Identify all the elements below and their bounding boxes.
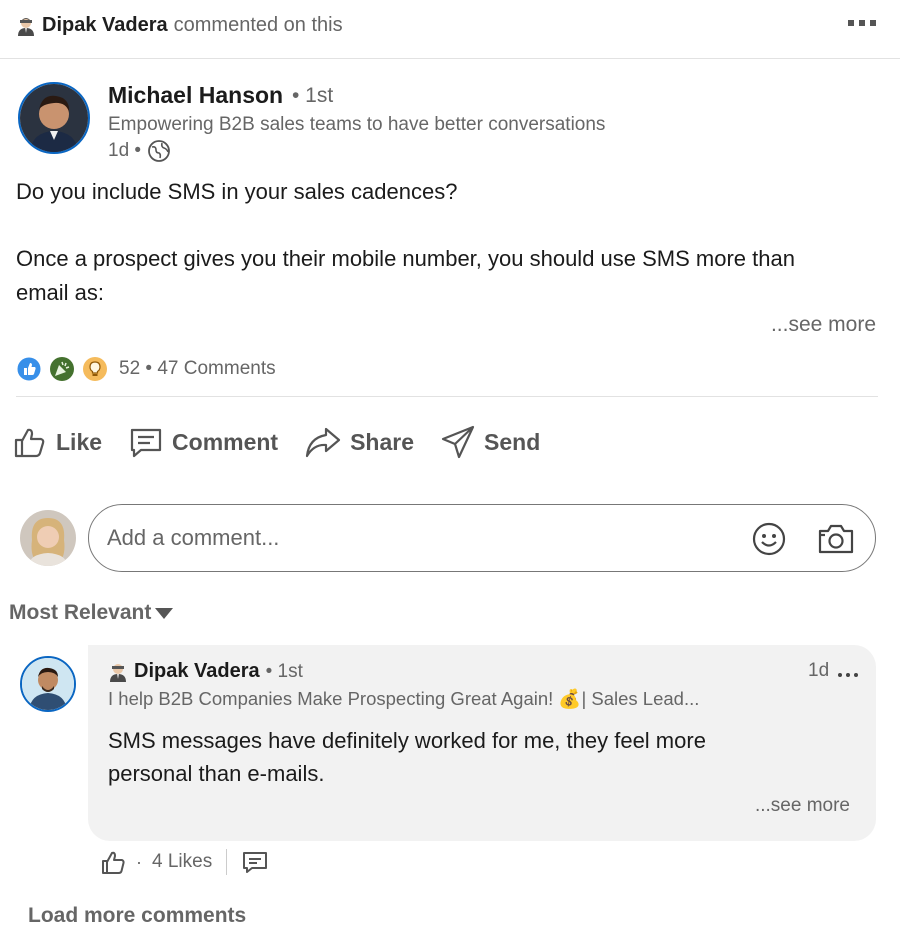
share-label: Share	[350, 428, 415, 455]
insightful-reaction-icon	[83, 357, 107, 381]
person-emoji-icon	[110, 663, 126, 682]
comment-text-line: personal than e-mails.	[108, 761, 325, 786]
more-options-icon[interactable]	[848, 20, 876, 26]
notification-text: Dipak Vadera commented on this	[16, 14, 343, 37]
reactions-summary[interactable]: 52 • 47 Comments	[16, 356, 276, 382]
comment-button[interactable]: Comment	[128, 424, 278, 460]
camera-icon[interactable]	[817, 521, 855, 557]
comment-time: 1d	[808, 660, 830, 681]
person-emoji-icon	[18, 17, 34, 36]
send-label: Send	[484, 428, 541, 455]
comment-see-more[interactable]: ...see more	[755, 795, 850, 817]
author-photo-icon	[20, 84, 88, 152]
comment-input-placeholder: Add a comment...	[107, 525, 280, 550]
post-card: Dipak Vadera commented on this Michael H…	[0, 0, 900, 936]
send-paper-plane-icon	[441, 425, 475, 459]
notification-commenter-name[interactable]: Dipak Vadera	[42, 14, 168, 37]
post-text-line: Do you include SMS in your sales cadence…	[16, 179, 458, 204]
like-reaction-icon	[16, 356, 42, 382]
comment-action-row: · 4 Likes	[100, 848, 269, 876]
post-text-line: Once a prospect gives you their mobile n…	[16, 246, 795, 271]
comment-likes-count[interactable]: 4 Likes	[152, 851, 212, 873]
sort-label: Most Relevant	[9, 601, 152, 624]
send-button[interactable]: Send	[440, 424, 540, 460]
caret-down-icon	[155, 607, 174, 619]
author-name[interactable]: Michael Hanson	[108, 82, 283, 109]
globe-icon	[148, 140, 170, 162]
current-user-avatar[interactable]	[20, 510, 76, 566]
current-user-photo-icon	[20, 510, 76, 566]
author-connection-degree: • 1st	[292, 84, 334, 107]
comment-bubble: Dipak Vadera • 1st 1d I help B2B Compani…	[88, 645, 876, 841]
load-more-comments-button[interactable]: Load more comments	[28, 904, 246, 928]
comment-like-icon[interactable]	[100, 848, 128, 876]
post-text-line: email as:	[16, 280, 105, 305]
comment-input[interactable]: Add a comment...	[88, 504, 876, 572]
post-see-more[interactable]: ...see more	[771, 313, 876, 337]
comment-more-options-icon[interactable]	[838, 673, 858, 677]
post-time: 1d •	[108, 140, 142, 161]
like-button[interactable]: Like	[12, 424, 102, 460]
comment-icon	[130, 428, 162, 458]
share-arrow-icon	[305, 427, 341, 458]
notification-header: Dipak Vadera commented on this	[0, 0, 900, 59]
author-avatar[interactable]	[18, 82, 90, 154]
commenter-photo-icon	[22, 658, 74, 710]
comment-author-row: Dipak Vadera • 1st	[108, 660, 303, 683]
reaction-and-comment-count[interactable]: 52 • 47 Comments	[119, 358, 276, 380]
divider	[226, 849, 228, 875]
reply-icon[interactable]	[241, 848, 269, 876]
comment-author-headline: I help B2B Companies Make Prospecting Gr…	[108, 688, 700, 709]
emoji-smile-icon[interactable]	[751, 521, 787, 557]
comment-sort-dropdown[interactable]: Most Relevant	[9, 601, 174, 625]
author-headline: Empowering B2B sales teams to have bette…	[108, 114, 606, 135]
post-action-bar: Like Comment Share Send	[12, 424, 566, 460]
post-meta: 1d •	[108, 139, 171, 163]
separator-dot: ·	[136, 851, 142, 872]
comment-author-name[interactable]: Dipak Vadera	[134, 660, 260, 683]
commenter-avatar[interactable]	[20, 656, 76, 712]
divider	[16, 396, 878, 397]
notification-action-text: commented on this	[173, 14, 343, 36]
share-button[interactable]: Share	[304, 424, 414, 460]
like-label: Like	[56, 428, 103, 455]
celebrate-reaction-icon	[50, 357, 74, 381]
comment-author-degree: • 1st	[265, 660, 303, 682]
thumbs-up-icon	[14, 428, 45, 458]
comment-text-line: SMS messages have definitely worked for …	[108, 728, 706, 753]
comment-label: Comment	[172, 428, 279, 455]
